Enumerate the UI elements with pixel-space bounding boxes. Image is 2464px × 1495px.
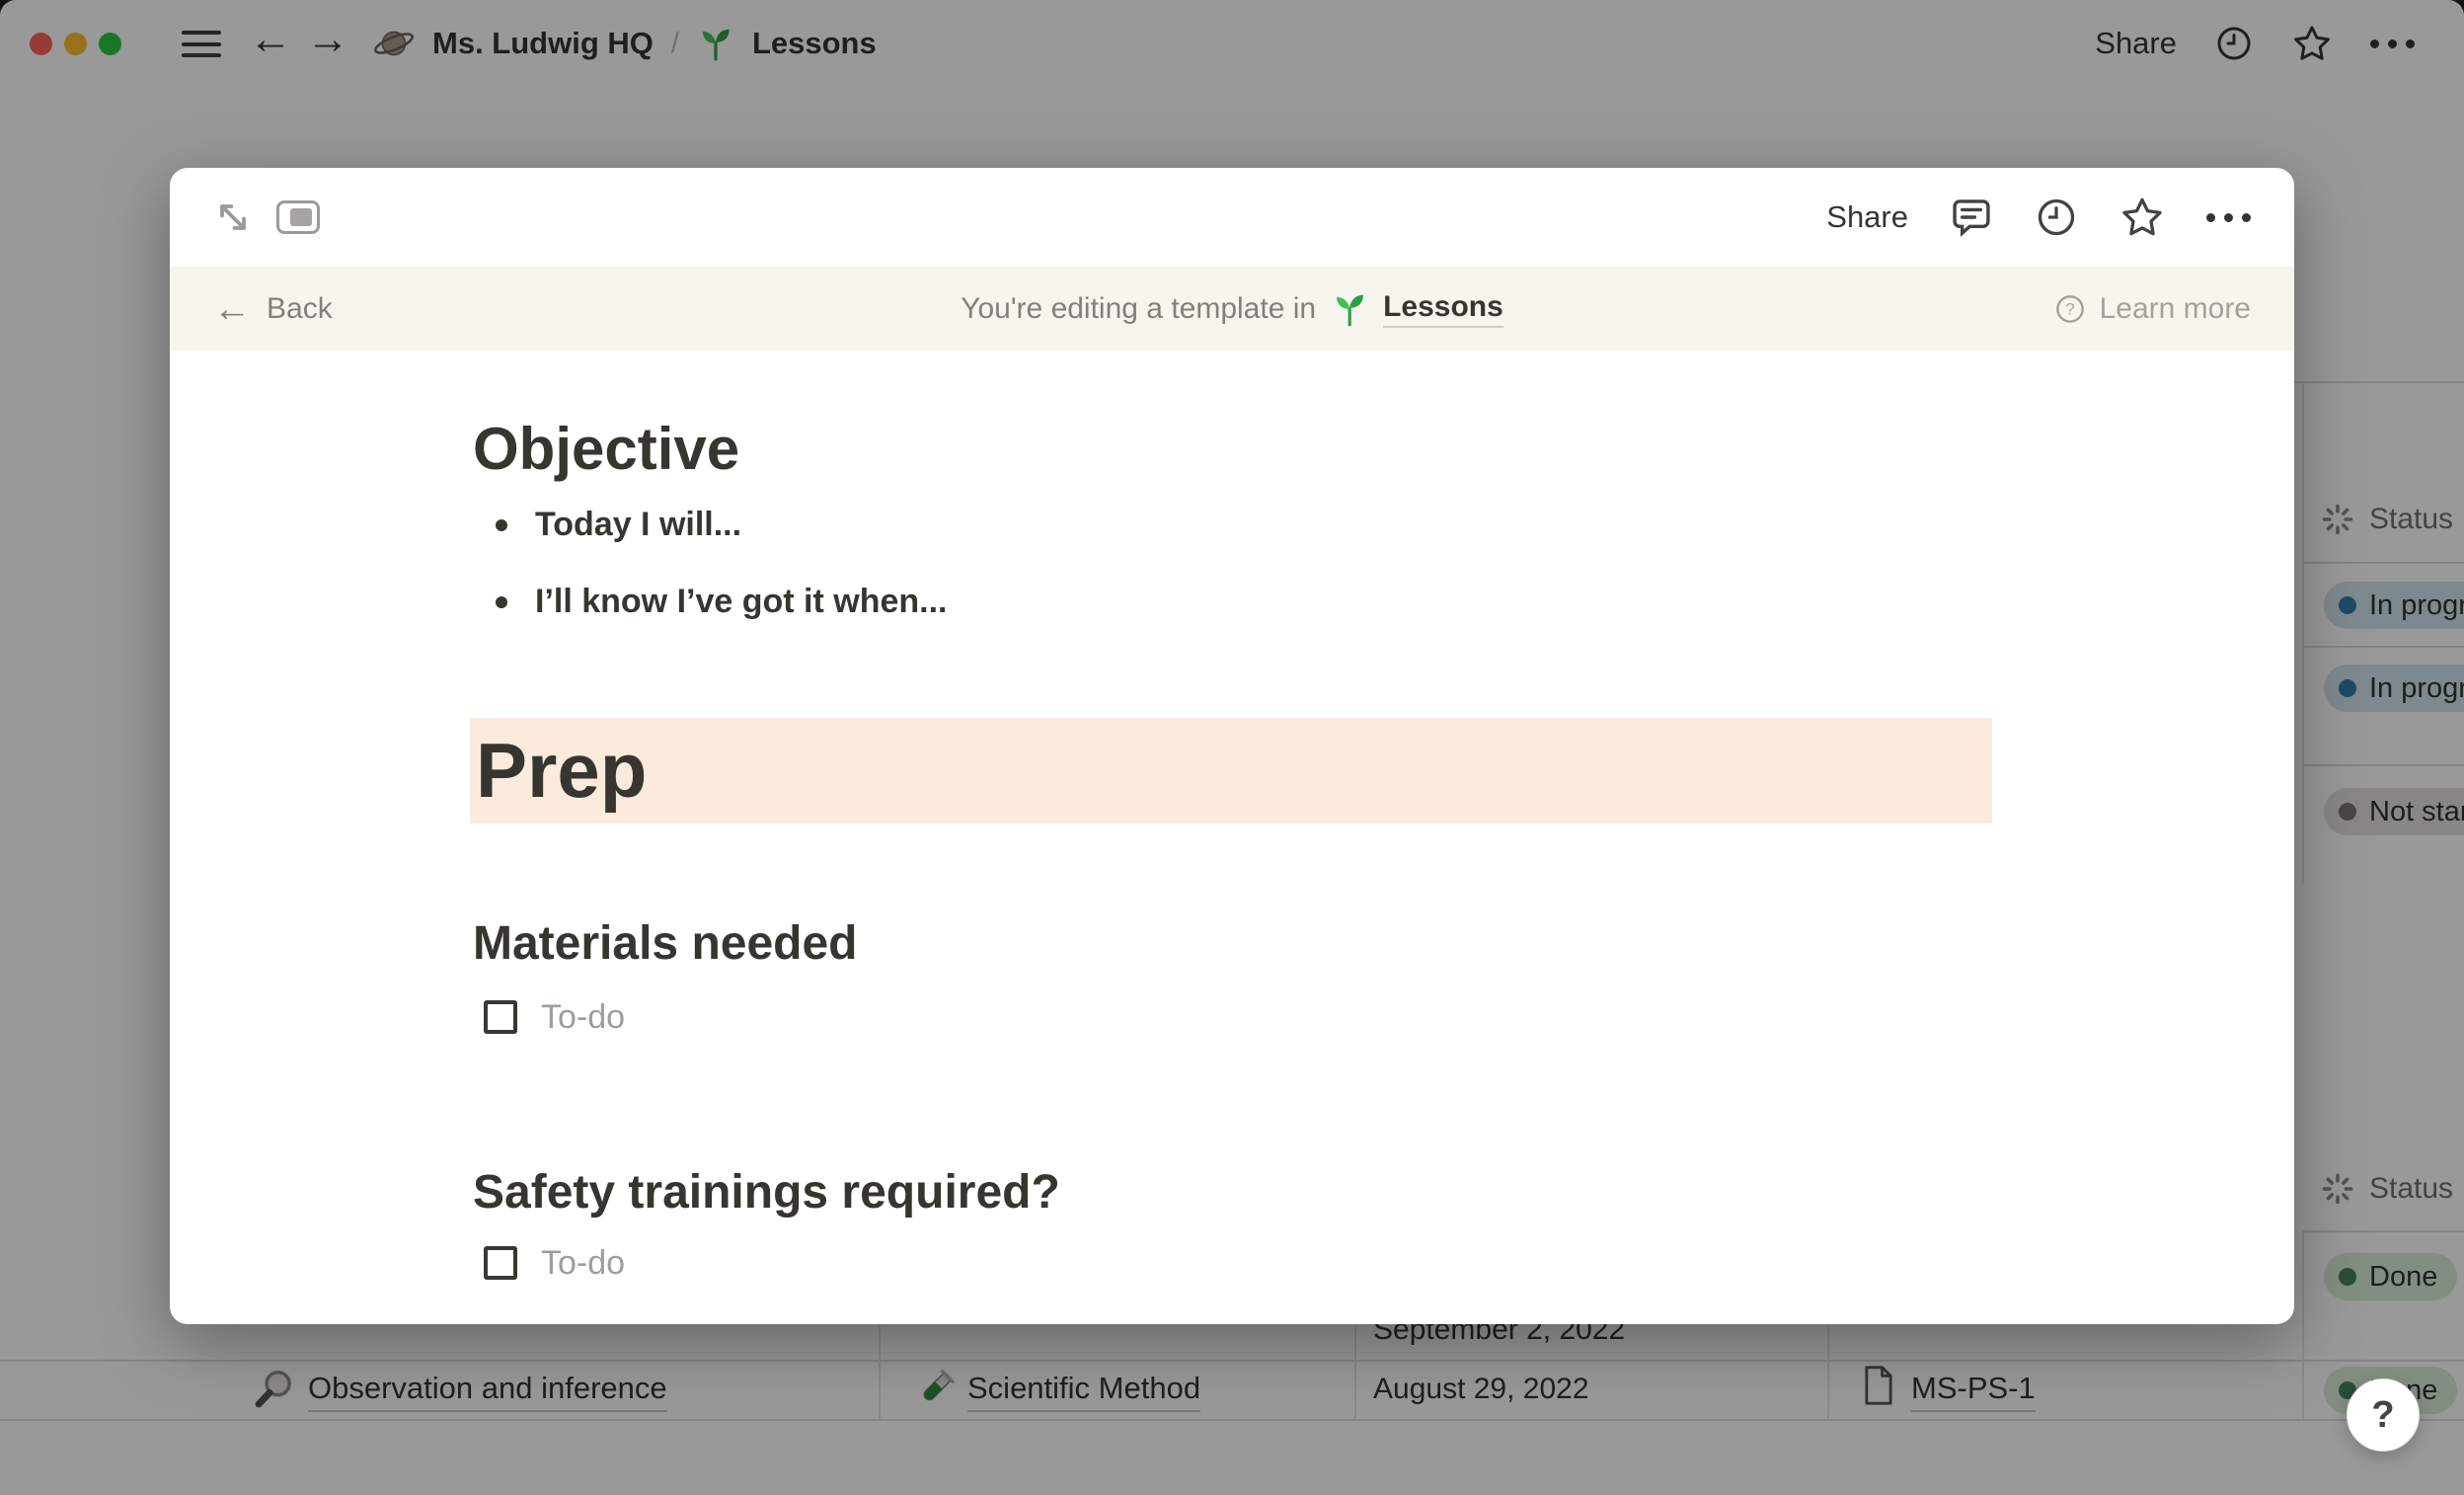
banner-target-page-link[interactable]: Lessons xyxy=(1383,290,1503,328)
bullet-item[interactable]: I’ll know I’ve got it when... xyxy=(496,583,947,621)
materials-heading[interactable]: Materials needed xyxy=(473,916,857,971)
bullet-item[interactable]: Today I will... xyxy=(496,506,741,544)
more-options-icon[interactable] xyxy=(2206,213,2251,222)
expand-icon[interactable] xyxy=(211,196,255,239)
safety-heading[interactable]: Safety trainings required? xyxy=(473,1165,1060,1220)
favorite-star-icon[interactable] xyxy=(2119,195,2165,240)
todo-checkbox[interactable] xyxy=(484,1246,517,1280)
back-arrow-icon: ← xyxy=(213,290,251,328)
todo-checkbox[interactable] xyxy=(484,1000,517,1034)
updates-clock-icon[interactable] xyxy=(2035,196,2078,239)
todo-placeholder[interactable]: To-do xyxy=(541,998,625,1037)
svg-text:?: ? xyxy=(2065,299,2074,318)
prep-heading-highlight[interactable]: Prep xyxy=(470,718,1992,824)
bullet-icon xyxy=(496,519,507,531)
todo-placeholder[interactable]: To-do xyxy=(541,1244,625,1283)
todo-item: To-do xyxy=(484,1243,625,1283)
app-window: ← → Ms. Ludwig HQ / Lessons Share xyxy=(0,0,2464,1495)
seedling-icon xyxy=(1331,290,1368,328)
modal-actions: Share xyxy=(1826,192,2251,243)
todo-item: To-do xyxy=(484,997,625,1037)
objective-heading[interactable]: Objective xyxy=(473,415,739,483)
back-button[interactable]: ← Back xyxy=(213,267,333,351)
bullet-icon xyxy=(496,596,507,608)
prep-heading: Prep xyxy=(470,726,647,816)
help-button[interactable]: ? xyxy=(2347,1378,2420,1452)
template-banner: ← Back You're editing a template in Less… xyxy=(170,267,2294,351)
help-circle-icon: ? xyxy=(2054,293,2086,325)
open-side-peek-icon[interactable] xyxy=(276,200,320,234)
comments-icon[interactable] xyxy=(1950,196,1993,239)
learn-more-button[interactable]: ? Learn more xyxy=(2054,267,2251,351)
template-editor-modal: Share ← Back You're editing a templa xyxy=(170,168,2294,1324)
banner-message: You're editing a template in Lessons xyxy=(961,267,1503,351)
modal-share-button[interactable]: Share xyxy=(1826,199,1908,235)
